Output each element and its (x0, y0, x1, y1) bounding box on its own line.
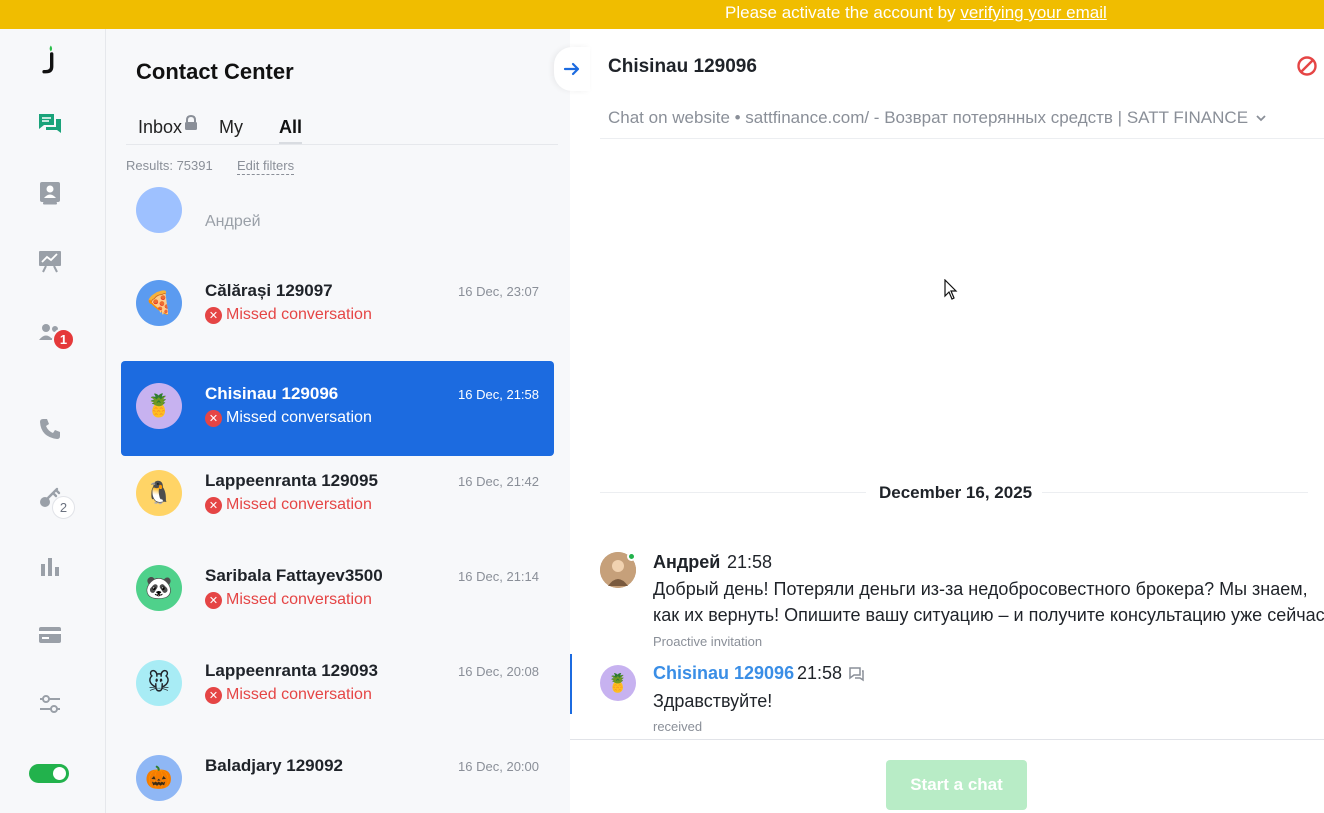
missed-icon: ✕ (205, 496, 222, 514)
edit-filters-link[interactable]: Edit filters (237, 158, 295, 175)
conversation-status: ✕ Missed conversation (205, 409, 372, 427)
avatar (136, 187, 182, 233)
page-title: Contact Center (136, 59, 294, 84)
status-text: Missed conversation (226, 306, 372, 323)
avatar: 🐧 (136, 470, 182, 516)
avatar: 🎃 (136, 755, 182, 801)
list-item[interactable]: 🐧 Lappeenranta 129095 16 Dec, 21:42 ✕ Mis… (121, 448, 554, 543)
conversation-status: ✕ Missed conversation (205, 591, 372, 609)
activation-banner: Please activate the account by verifying… (0, 0, 1324, 29)
avatar: 🐭 (136, 660, 182, 706)
phone-icon[interactable] (36, 415, 64, 443)
banner-text: Please activate the account by verifying… (725, 3, 1107, 23)
list-item-active[interactable]: 🍍 Chisinau 129096 16 Dec, 21:58 ✕ Missed … (121, 361, 554, 456)
chat-source-text: Chat on website • sattfinance.com/ - Воз… (608, 108, 1249, 127)
conversation-list-panel: Contact Center Inbox My All Results: 753… (106, 29, 570, 813)
partial-list-item-name[interactable]: Андрей (205, 213, 261, 231)
conversation-name: Lappeenranta 129093 (205, 661, 378, 680)
block-icon[interactable] (1296, 55, 1318, 82)
conversation-name: Lappeenranta 129095 (205, 471, 378, 490)
conversation-status: ✕ Missed conversation (205, 496, 372, 514)
settings-icon[interactable] (36, 690, 64, 718)
status-text: Missed conversation (226, 496, 372, 513)
conversation-name: Chisinau 129096 (205, 384, 339, 403)
message-author: Андрей (653, 552, 721, 572)
chevron-down-icon (1256, 115, 1266, 122)
chat-source-dropdown[interactable]: Chat on website • sattfinance.com/ - Воз… (608, 108, 1267, 128)
conversation-time: 16 Dec, 20:08 (458, 664, 539, 679)
header-divider (600, 138, 1324, 139)
conversation-status: ✕ Missed conversation (205, 686, 372, 704)
message-text: Здравствуйте! (653, 691, 773, 711)
verify-email-link[interactable]: verifying your email (960, 3, 1106, 22)
chat-bubble-icon (849, 667, 864, 682)
date-divider-right (1042, 492, 1308, 493)
status-text: Missed conversation (226, 686, 372, 703)
presentation-icon[interactable] (36, 247, 64, 275)
visitor-message-marker (570, 654, 572, 714)
date-separator: December 16, 2025 (879, 483, 1033, 502)
avatar: 🐼 (136, 565, 182, 611)
conversation-name: Saribala Fattayev3500 (205, 566, 383, 585)
bots-badge: 2 (52, 496, 75, 519)
chat-panel: Chisinau 129096 Chat on website • sattfi… (554, 29, 1324, 813)
message-time: 21:58 (727, 552, 773, 572)
chats-icon[interactable] (36, 110, 64, 138)
chat-title: Chisinau 129096 (608, 56, 757, 77)
conversation-time: 16 Dec, 21:42 (458, 474, 539, 489)
list-item[interactable]: 🍕 Călărași 129097 16 Dec, 23:07 ✕ Missed … (121, 258, 554, 353)
list-item[interactable]: 🐼 Saribala Fattayev3500 16 Dec, 21:14 ✕ M… (121, 543, 554, 638)
visitor-avatar: 🍍 (600, 665, 636, 701)
tab-inbox-label: Inbox (138, 117, 183, 137)
mouse-cursor-icon (944, 279, 958, 300)
status-text: Missed conversation (226, 591, 372, 608)
status-text: Missed conversation (226, 409, 372, 426)
list-item[interactable]: 🐭 Lappeenranta 129093 16 Dec, 20:08 ✕ Mis… (121, 638, 554, 733)
message-meta: received (653, 719, 703, 734)
contacts-icon[interactable] (36, 179, 64, 207)
conversation-time: 16 Dec, 23:07 (458, 284, 539, 299)
conversation-name: Baladjary 129092 (205, 756, 343, 775)
conversation-name: Călărași 129097 (205, 281, 333, 300)
message-text: как их вернуть! Опишите вашу ситуацию – … (653, 605, 1324, 625)
start-chat-button[interactable]: Start a chat (886, 760, 1027, 810)
composer-divider (570, 739, 1324, 740)
lock-icon (185, 115, 198, 130)
reports-icon[interactable] (36, 553, 64, 581)
missed-icon: ✕ (205, 306, 222, 324)
conversation-status: ✕ Missed conversation (205, 306, 372, 324)
tab-my[interactable]: My (219, 117, 243, 138)
billing-icon[interactable] (36, 621, 64, 649)
conversation-time: 16 Dec, 20:00 (458, 759, 539, 774)
results-count: Results: 75391 (126, 158, 213, 173)
message-author[interactable]: Chisinau 129096 (653, 663, 794, 684)
left-rail: 1 2 (0, 29, 106, 813)
online-indicator (627, 552, 636, 561)
message-text: Добрый день! Потеряли деньги из-за недоб… (653, 579, 1308, 599)
conversation-time: 16 Dec, 21:58 (458, 387, 539, 402)
missed-icon: ✕ (205, 591, 222, 609)
tab-all[interactable]: All (279, 117, 302, 138)
conversation-time: 16 Dec, 21:14 (458, 569, 539, 584)
list-item[interactable]: 🎃 Baladjary 129092 16 Dec, 20:00 (121, 733, 554, 813)
arrow-right-icon (563, 62, 580, 76)
banner-message: Please activate the account by (725, 3, 961, 22)
message-meta: Proactive invitation (653, 634, 763, 649)
avatar: 🍕 (136, 280, 182, 326)
missed-icon: ✕ (205, 686, 222, 704)
message-time: 21:58 (797, 663, 843, 683)
date-divider-left (600, 492, 866, 493)
online-status-toggle[interactable] (29, 764, 69, 783)
collapse-panel-button[interactable] (554, 47, 590, 91)
tabs-divider (126, 144, 558, 145)
team-badge: 1 (52, 328, 75, 351)
avatar: 🍍 (136, 383, 182, 429)
tab-inbox[interactable]: Inbox (138, 115, 198, 138)
missed-icon: ✕ (205, 409, 222, 427)
logo-icon[interactable] (36, 45, 64, 74)
